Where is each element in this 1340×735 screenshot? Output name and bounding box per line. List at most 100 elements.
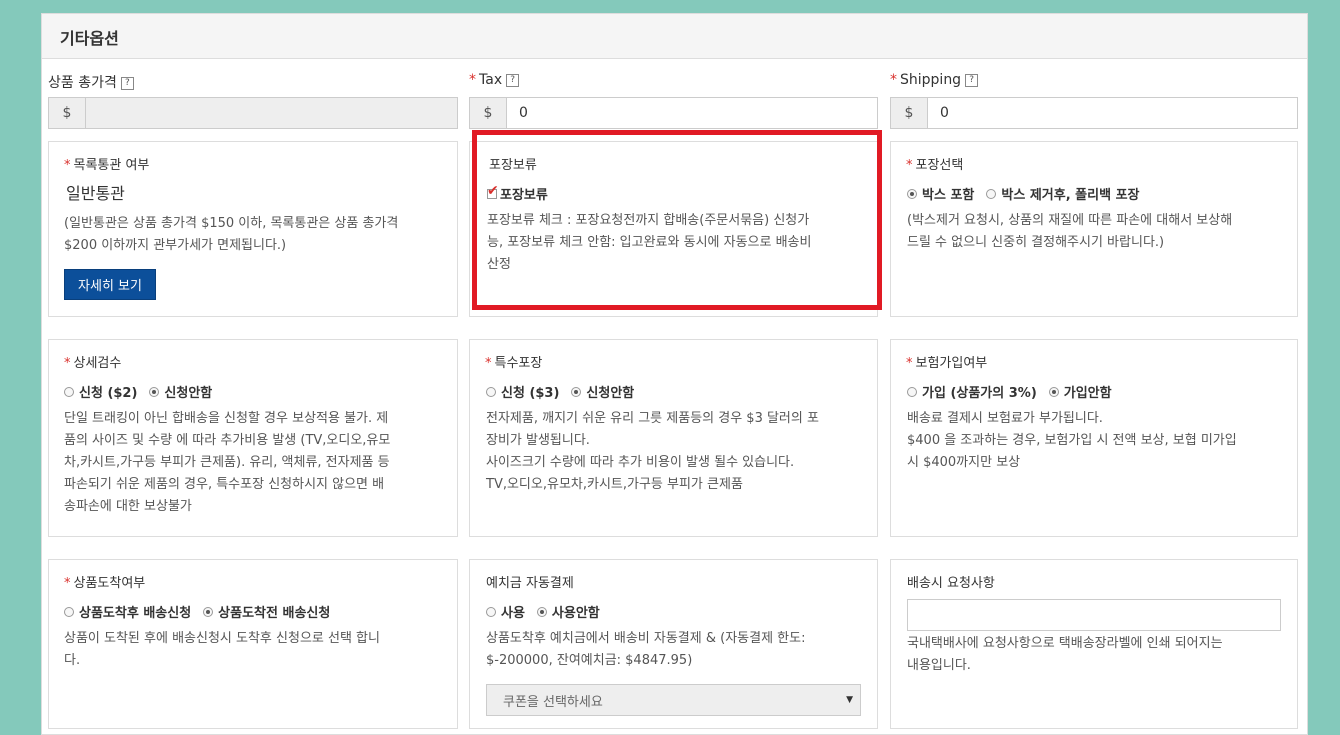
customs-title: * 목록통관 여부 bbox=[64, 154, 149, 173]
deposit-desc-line2: $-200000, 잔여예치금: $4847.95) bbox=[486, 653, 693, 668]
customs-desc-line2: $200 이하까지 관부가세가 면제됩니다.) bbox=[64, 238, 287, 253]
radio-icon[interactable] bbox=[486, 386, 496, 397]
caret-down-icon: ▼ bbox=[846, 695, 853, 705]
packing-option-polybag-label: 박스 제거후, 폴리백 포장 bbox=[1001, 188, 1140, 203]
help-icon[interactable]: ? bbox=[965, 73, 979, 87]
special-desc-line1: 전자제품, 깨지기 쉬운 유리 그릇 제품등의 경우 $3 달러의 포 bbox=[486, 411, 819, 426]
inspection-option-none-label: 신청안함 bbox=[164, 386, 213, 401]
deposit-option-none-label: 사용안함 bbox=[551, 606, 600, 621]
radio-icon[interactable] bbox=[64, 386, 74, 397]
inspection-option-apply-label: 신청 ($2) bbox=[79, 386, 138, 401]
insurance-option-join[interactable]: 가입 (상품가의 3%) bbox=[907, 382, 1037, 401]
currency-addon: $ bbox=[470, 98, 507, 128]
packing-option-box[interactable]: 박스 포함 bbox=[907, 184, 974, 203]
arrival-option-before[interactable]: 상품도착전 배송신청 bbox=[203, 602, 330, 621]
packing-option-box-label: 박스 포함 bbox=[922, 188, 975, 203]
inspection-option-apply[interactable]: 신청 ($2) bbox=[64, 382, 137, 401]
hold-checkbox[interactable]: ✔ bbox=[487, 184, 499, 199]
radio-icon[interactable] bbox=[907, 386, 917, 397]
request-desc-line2: 내용입니다. bbox=[907, 658, 971, 673]
special-title: * 특수포장 bbox=[485, 352, 542, 371]
total-price-input bbox=[86, 98, 457, 128]
insurance-options: 가입 (상품가의 3%) 가입안함 bbox=[907, 382, 1124, 401]
coupon-select[interactable]: 쿠폰을 선택하세요 ▼ bbox=[486, 684, 861, 716]
special-option-apply[interactable]: 신청 ($3) bbox=[486, 382, 559, 401]
insurance-desc-line2: $400 을 조과하는 경우, 보험가입 시 전액 보상, 보협 미가입 bbox=[907, 433, 1237, 448]
radio-icon[interactable] bbox=[486, 606, 496, 617]
arrival-options: 상품도착후 배송신청 상품도착전 배송신청 bbox=[64, 602, 342, 621]
radio-icon[interactable] bbox=[986, 188, 997, 199]
special-option-apply-label: 신청 ($3) bbox=[501, 386, 560, 401]
currency-addon: $ bbox=[891, 98, 928, 128]
radio-selected-icon[interactable] bbox=[1048, 386, 1059, 397]
arrival-option-after[interactable]: 상품도착후 배송신청 bbox=[64, 602, 191, 621]
shipping-input-group: $ 0 bbox=[890, 97, 1298, 129]
hold-desc-line1: 포장보류 체크 : 포장요청전까지 합배송(주문서묶음) 신청가 bbox=[487, 213, 810, 228]
deposit-desc-line1: 상품도착후 예치금에서 배송비 자동결제 & (자동결제 한도: bbox=[486, 631, 806, 646]
deposit-title: 예치금 자동결제 bbox=[486, 576, 574, 591]
hold-checkbox-row[interactable]: ✔ 포장보류 bbox=[487, 184, 548, 203]
arrival-desc-line2: 다. bbox=[64, 653, 81, 668]
help-icon[interactable]: ? bbox=[506, 73, 520, 87]
insurance-title: * 보험가입여부 bbox=[906, 352, 987, 371]
request-input[interactable] bbox=[907, 599, 1281, 631]
radio-selected-icon[interactable] bbox=[149, 386, 160, 397]
total-price-input-group: $ bbox=[48, 97, 458, 129]
radio-selected-icon[interactable] bbox=[536, 606, 547, 617]
currency-addon: $ bbox=[49, 98, 86, 128]
required-mark: * bbox=[906, 158, 913, 173]
required-mark: * bbox=[890, 72, 897, 88]
inspection-desc-line3: 차,카시트,가구등 부피가 큰제품). 유리, 액체류, 전자제품 등 bbox=[64, 455, 390, 470]
tax-input-group: $ 0 bbox=[469, 97, 878, 129]
total-price-label: 상품 총가격? bbox=[48, 72, 134, 92]
inspection-options: 신청 ($2) 신청안함 bbox=[64, 382, 224, 401]
radio-icon[interactable] bbox=[64, 606, 74, 617]
insurance-desc-line3: 시 $400까지만 보상 bbox=[907, 455, 1021, 470]
special-title-text: 특수포장 bbox=[494, 356, 543, 371]
tax-input[interactable]: 0 bbox=[507, 98, 877, 128]
request-desc-line1: 국내택배사에 요청사항으로 택배송장라벨에 인쇄 되어지는 bbox=[907, 636, 1223, 651]
customs-title-text: 목록통관 여부 bbox=[73, 158, 150, 173]
deposit-option-none[interactable]: 사용안함 bbox=[536, 602, 600, 621]
radio-selected-icon[interactable] bbox=[907, 188, 917, 199]
radio-selected-icon[interactable] bbox=[203, 606, 214, 617]
insurance-option-none[interactable]: 가입안함 bbox=[1048, 382, 1112, 401]
customs-value: 일반통관 bbox=[66, 184, 125, 203]
special-option-none[interactable]: 신청안함 bbox=[571, 382, 634, 401]
shipping-label: * Shipping? bbox=[890, 72, 979, 88]
required-mark: * bbox=[64, 356, 71, 371]
details-button[interactable]: 자세히 보기 bbox=[64, 269, 156, 300]
help-icon[interactable]: ? bbox=[120, 76, 134, 90]
checkmark-icon: ✔ bbox=[487, 182, 499, 199]
special-option-none-label: 신청안함 bbox=[586, 386, 635, 401]
customs-desc-line1: (일반통관은 상품 총가격 $150 이하, 목록통관은 상품 총가격 bbox=[64, 216, 399, 231]
special-desc-line4: TV,오디오,유모차,카시트,가구등 부피가 큰제품 bbox=[486, 477, 743, 492]
inspection-desc-line1: 단일 트래킹이 아닌 합배송을 신청할 경우 보상적용 불가. 제 bbox=[64, 411, 389, 426]
required-mark: * bbox=[906, 356, 913, 371]
request-title: 배송시 요청사항 bbox=[907, 576, 995, 591]
hold-checkbox-label: 포장보류 bbox=[500, 188, 548, 203]
inspection-title-text: 상세검수 bbox=[73, 356, 122, 371]
arrival-title: * 상품도착여부 bbox=[64, 572, 145, 591]
deposit-options: 사용 사용안함 bbox=[486, 602, 612, 621]
arrival-desc-line1: 상품이 도착된 후에 배송신청시 도착후 신청으로 선택 합니 bbox=[64, 631, 380, 646]
shipping-input[interactable]: 0 bbox=[928, 98, 1297, 128]
total-price-label-text: 상품 총가격 bbox=[48, 75, 117, 91]
deposit-option-use[interactable]: 사용 bbox=[486, 602, 525, 621]
required-mark: * bbox=[64, 158, 71, 173]
inspection-desc-line4: 파손되기 쉬운 제품의 경우, 특수포장 신청하시지 않으면 배 bbox=[64, 477, 385, 492]
insurance-option-none-label: 가입안함 bbox=[1063, 386, 1112, 401]
radio-selected-icon[interactable] bbox=[571, 386, 582, 397]
inspection-option-none[interactable]: 신청안함 bbox=[149, 382, 212, 401]
packing-option-polybag[interactable]: 박스 제거후, 폴리백 포장 bbox=[986, 184, 1140, 203]
required-mark: * bbox=[64, 576, 71, 591]
tax-label: * Tax? bbox=[469, 72, 520, 88]
inspection-desc-line5: 송파손에 대한 보상불가 bbox=[64, 499, 192, 514]
required-mark: * bbox=[485, 356, 492, 371]
insurance-desc-line1: 배송료 결제시 보험료가 부가됩니다. bbox=[907, 411, 1103, 426]
panel-header: 기타옵션 bbox=[42, 14, 1307, 59]
special-options: 신청 ($3) 신청안함 bbox=[486, 382, 646, 401]
arrival-option-after-label: 상품도착후 배송신청 bbox=[79, 606, 192, 621]
special-desc-line2: 장비가 발생됩니다. bbox=[486, 433, 590, 448]
deposit-option-use-label: 사용 bbox=[501, 606, 525, 621]
